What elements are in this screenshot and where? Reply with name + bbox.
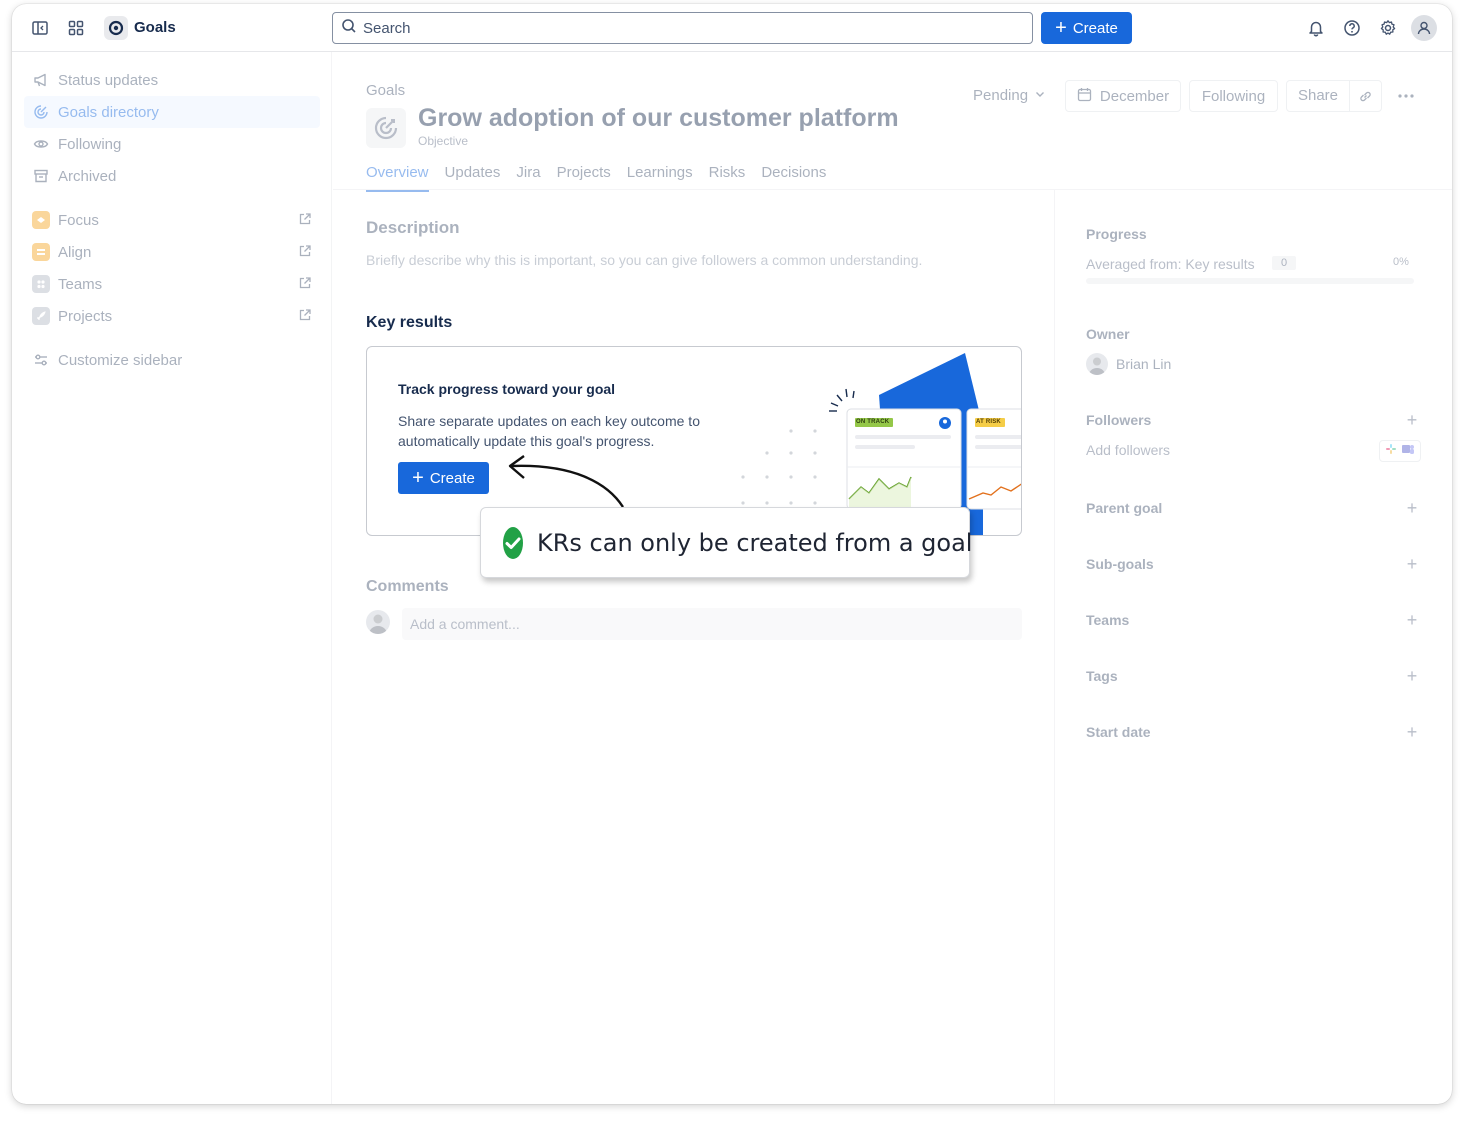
checkmark-icon [503, 526, 523, 559]
annotation-callout: KRs can only be created from a goal [480, 507, 973, 578]
callout-text: KRs can only be created from a goal [537, 528, 973, 557]
